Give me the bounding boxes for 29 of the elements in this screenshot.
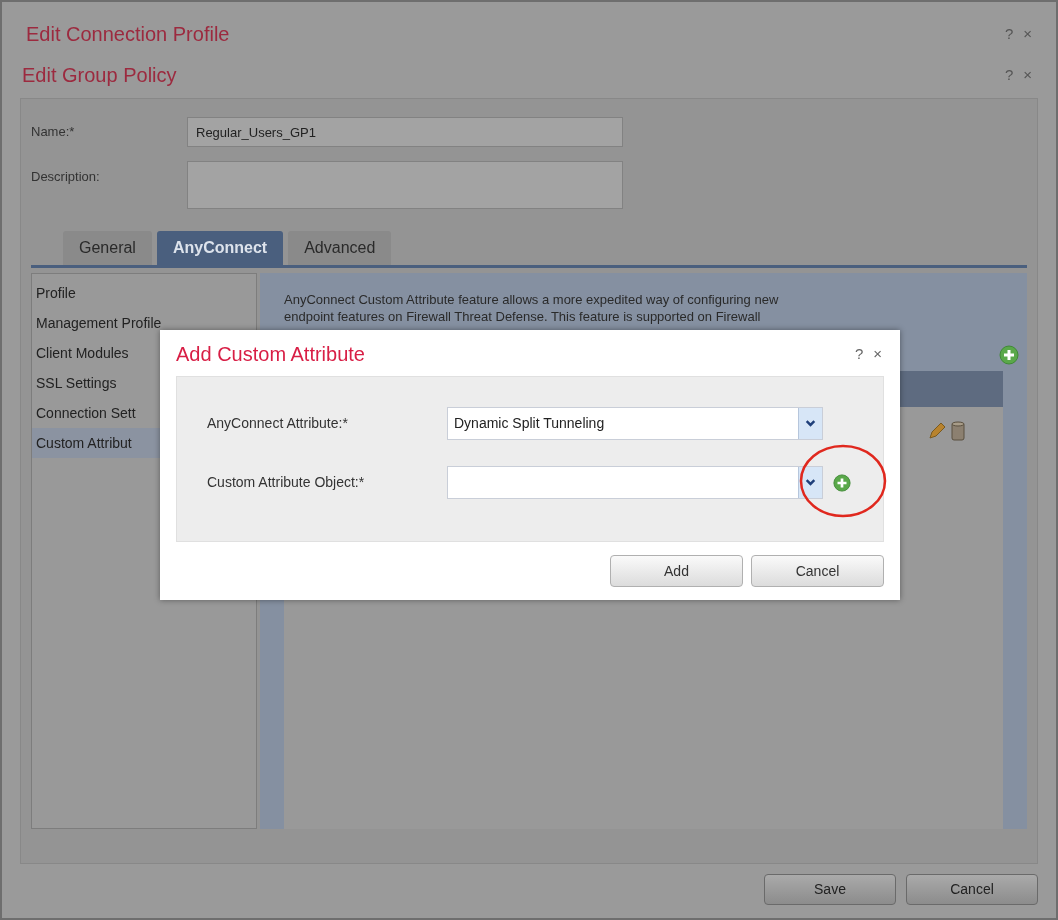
help-button[interactable]: ? [854, 342, 864, 366]
description-text: endpoint features on Firewall Threat Defense. This feature is supported on Firewall [284, 308, 762, 325]
dialog-button[interactable]: Cancel [751, 555, 884, 587]
description-field[interactable] [187, 161, 623, 209]
tab[interactable]: Advanced [288, 231, 392, 265]
tab[interactable]: General [63, 231, 152, 265]
description-text: AnyConnect Custom Attribute feature allows a more expedited way of configuring new [284, 291, 780, 308]
select-field[interactable] [447, 466, 823, 499]
field-label: Custom Attribute Object:* [207, 473, 366, 492]
close-button[interactable]: × [873, 342, 882, 366]
select-field[interactable]: Dynamic Split Tunneling [447, 407, 823, 440]
select-value: Dynamic Split Tunneling [454, 414, 605, 433]
sidebar-item[interactable]: Profile [32, 278, 256, 308]
dialog-title: Edit Group Policy [22, 63, 177, 88]
dialog-button[interactable]: Add [610, 555, 743, 587]
tab[interactable]: AnyConnect [156, 231, 284, 265]
sidebar-item[interactable]: Management Profile [32, 308, 256, 338]
trash-icon[interactable] [951, 421, 965, 441]
add-icon[interactable] [833, 473, 851, 492]
pencil-icon[interactable] [927, 421, 947, 441]
window-title: Edit Connection Profile [26, 22, 230, 47]
dialog-button[interactable]: Cancel [906, 874, 1038, 905]
field-label: Name:* [31, 123, 76, 142]
dialog-title: Add Custom Attribute [176, 342, 365, 367]
chevron-down-icon[interactable] [798, 408, 822, 439]
add-icon[interactable] [999, 345, 1019, 365]
field-label: Description: [31, 168, 101, 186]
dialog-button[interactable]: Save [764, 874, 896, 905]
name-field[interactable]: Regular_Users_GP1 [187, 117, 623, 147]
